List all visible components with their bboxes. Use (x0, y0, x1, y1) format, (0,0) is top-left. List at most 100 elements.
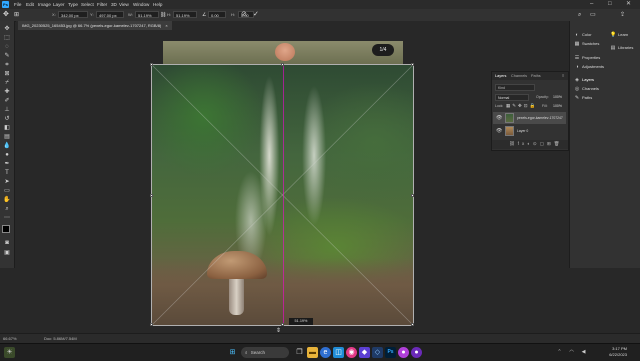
blend-mode-select[interactable]: Normal (495, 94, 529, 101)
menu-help[interactable]: Help (153, 0, 162, 9)
transform-handle-top-right[interactable] (411, 63, 414, 66)
app-icon[interactable]: ● (398, 347, 409, 358)
transform-handle-left[interactable] (150, 194, 153, 197)
menu-view[interactable]: View (119, 0, 129, 9)
menu-layer[interactable]: Layer (53, 0, 65, 9)
menu-3d[interactable]: 3D (111, 0, 117, 9)
start-icon[interactable]: ⊞ (227, 347, 238, 358)
document-tab[interactable]: IMG_20230525_165453.jpg @ 66.7% (pexels-… (18, 21, 172, 30)
volume-icon[interactable]: ◀ (578, 347, 589, 358)
menu-window[interactable]: Window (133, 0, 149, 9)
hand-tool-icon[interactable]: ✋ (2, 196, 12, 204)
app-icon[interactable]: ◇ (372, 347, 383, 358)
edge-icon[interactable]: e (320, 347, 331, 358)
angle-field[interactable]: 0.00 (208, 11, 226, 18)
app-icon[interactable]: ◆ (359, 347, 370, 358)
menu-select[interactable]: Select (81, 0, 94, 9)
close-tab-icon[interactable]: × (165, 23, 167, 28)
dock-item-learn[interactable]: 💡 Learn (610, 30, 628, 39)
visibility-eye-icon[interactable]: 👁 (496, 112, 502, 124)
clone-stamp-tool-icon[interactable]: ⊥ (2, 106, 12, 114)
gradient-tool-icon[interactable]: ▤ (2, 133, 12, 141)
menu-edit[interactable]: Edit (26, 0, 34, 9)
transform-handle-bottom[interactable] (281, 323, 284, 326)
file-explorer-icon[interactable]: ▬ (307, 347, 318, 358)
rectangle-tool-icon[interactable]: ▭ (2, 187, 12, 195)
path-selection-tool-icon[interactable]: ➤ (2, 178, 12, 186)
layer-row[interactable]: 👁 Layer 0 (493, 125, 566, 137)
dock-item-channels[interactable]: ◎ Channels (574, 84, 599, 93)
x-field[interactable]: 342.00 px (58, 11, 88, 18)
commit-transform-icon[interactable]: ✓ (253, 10, 259, 20)
menu-filter[interactable]: Filter (97, 0, 107, 9)
weather-icon[interactable]: ☀ (4, 347, 15, 358)
visibility-eye-icon[interactable]: 👁 (496, 125, 502, 137)
lock-icons[interactable]: ▦✎✥⊡🔒 (506, 103, 537, 109)
h-field[interactable]: 51.19% (173, 11, 197, 18)
app-icon[interactable]: ◉ (346, 347, 357, 358)
eyedropper-tool-icon[interactable]: ⌿ (2, 79, 12, 87)
minimize-icon[interactable]: – (590, 0, 593, 9)
quick-mask-icon[interactable]: ◙ (2, 239, 12, 247)
layer-row[interactable]: 👁 pexels-egor-kamelev-1707247 (493, 112, 566, 124)
search-icon[interactable]: ⌕ (578, 10, 581, 20)
dock-item-adjustments[interactable]: ◑ Adjustments (574, 62, 604, 71)
close-window-icon[interactable]: ✕ (626, 0, 631, 9)
tab-channels[interactable]: Channels (511, 73, 527, 79)
transform-handle-bottom-right[interactable] (411, 323, 414, 326)
move-tool-icon[interactable]: ✥ (2, 25, 12, 33)
transform-handle-right[interactable] (411, 194, 414, 197)
screen-mode-icon[interactable]: ▣ (2, 249, 12, 257)
transform-handle-bottom-left[interactable] (150, 323, 153, 326)
zoom-tool-icon[interactable]: ⌕ (2, 205, 12, 213)
maximize-icon[interactable]: □ (608, 0, 612, 9)
dock-item-color[interactable]: ◐ Color (574, 30, 591, 39)
panel-menu-icon[interactable]: ≡ (562, 73, 564, 78)
taskbar-search[interactable]: ⌕ Search (241, 347, 289, 358)
frame-tool-icon[interactable]: ⊠ (2, 70, 12, 78)
share-icon[interactable]: ⇪ (620, 10, 625, 20)
dock-item-libraries[interactable]: ▤ Libraries (610, 43, 634, 52)
w-field[interactable]: 51.19% (135, 11, 159, 18)
blur-tool-icon[interactable]: 💧 (2, 142, 12, 150)
link-icon[interactable]: ⛓ (160, 10, 166, 20)
task-view-icon[interactable]: ❐ (294, 347, 305, 358)
dock-item-layers[interactable]: ◈ Layers (574, 75, 594, 84)
dock-item-paths[interactable]: ✎ Paths (574, 93, 592, 102)
foreground-color-swatch[interactable] (2, 225, 10, 233)
menu-file[interactable]: File (14, 0, 21, 9)
tab-paths[interactable]: Paths (531, 73, 541, 79)
type-tool-icon[interactable]: T (2, 169, 12, 177)
marquee-tool-icon[interactable]: ⬚ (2, 34, 12, 42)
dock-item-properties[interactable]: ☰ Properties (574, 53, 600, 62)
more-tools-icon[interactable]: ⋯ (2, 214, 12, 222)
layer-filter-select[interactable]: Kind (495, 84, 535, 91)
quick-select-tool-icon[interactable]: ✎ (2, 52, 12, 60)
menu-type[interactable]: Type (68, 0, 78, 9)
app-icon[interactable]: ● (411, 347, 422, 358)
crop-tool-icon[interactable]: ⌗ (2, 61, 12, 69)
tab-layers[interactable]: Layers (495, 73, 506, 79)
fill-value[interactable]: 100% (553, 104, 562, 108)
reference-point-icon[interactable]: ⊞ (14, 10, 19, 20)
pen-tool-icon[interactable]: ✒ (2, 160, 12, 168)
photoshop-taskbar-icon[interactable]: Ps (385, 347, 396, 358)
lasso-tool-icon[interactable]: ◌ (2, 43, 12, 51)
eraser-tool-icon[interactable]: ◧ (2, 124, 12, 132)
move-tool-icon[interactable]: ✥ (3, 10, 9, 20)
history-brush-tool-icon[interactable]: ↺ (2, 115, 12, 123)
clock-date[interactable]: 6/22/2023 (597, 352, 627, 357)
dodge-tool-icon[interactable]: ● (2, 151, 12, 159)
opacity-value[interactable]: 100% (553, 95, 562, 99)
healing-brush-tool-icon[interactable]: ✚ (2, 88, 12, 96)
tray-chevron-icon[interactable]: ⌃ (554, 347, 565, 358)
cancel-transform-icon[interactable]: ⊘ (241, 10, 247, 20)
dock-item-swatches[interactable]: ▦ Swatches (574, 39, 600, 48)
transform-handle-top[interactable] (281, 63, 284, 66)
layer-footer-icons[interactable]: ⛓fx◐⊙▢⊞🗑 (509, 141, 562, 147)
store-icon[interactable]: ◫ (333, 347, 344, 358)
y-field[interactable]: 497.00 px (96, 11, 124, 18)
transform-handle-top-left[interactable] (150, 63, 153, 66)
wifi-icon[interactable]: ◠ (566, 347, 577, 358)
workspace-icon[interactable]: ▭ (590, 10, 596, 20)
